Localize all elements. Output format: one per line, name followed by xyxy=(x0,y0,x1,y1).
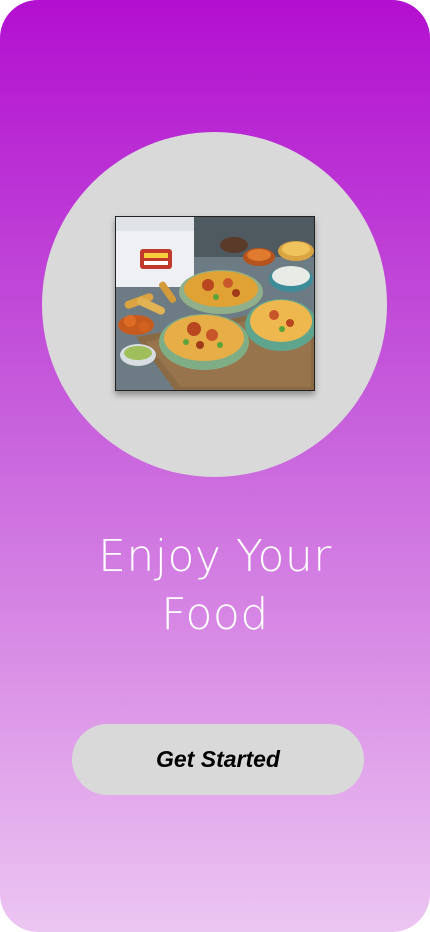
welcome-screen: Enjoy Your Food Get Started xyxy=(0,0,430,932)
food-illustration xyxy=(116,217,314,390)
headline-line-1: Enjoy Your xyxy=(98,531,332,582)
headline-line-2: Food xyxy=(161,589,269,640)
food-image xyxy=(115,216,315,391)
get-started-button[interactable]: Get Started xyxy=(72,724,364,795)
welcome-headline: Enjoy Your Food xyxy=(0,528,430,644)
